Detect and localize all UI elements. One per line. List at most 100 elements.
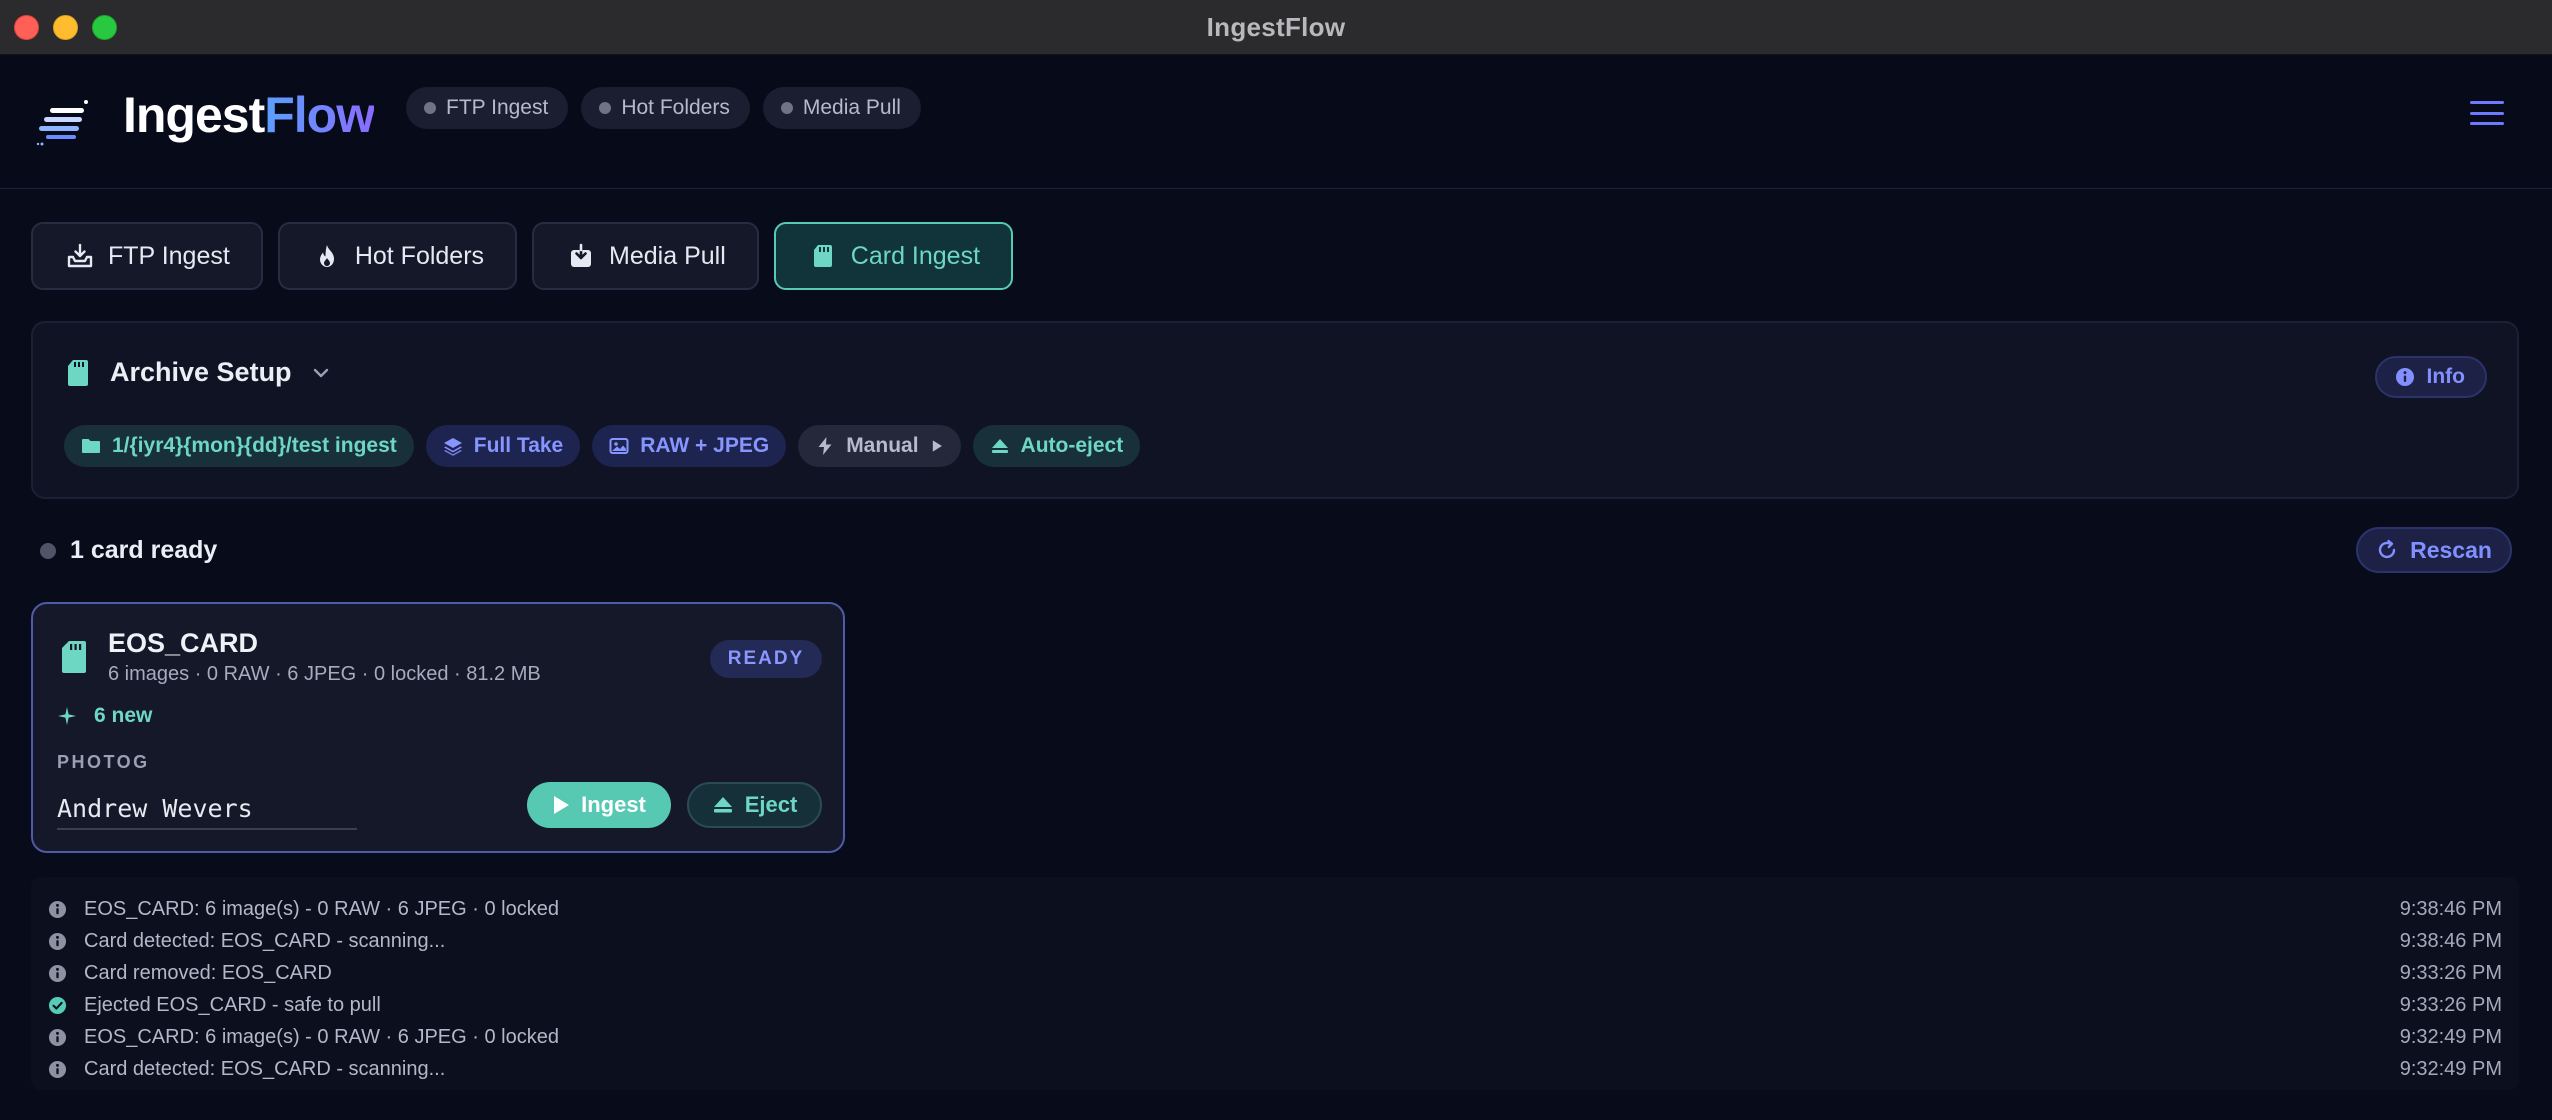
- photographer-label: PHOTOG: [57, 752, 150, 772]
- sparkle-icon: [58, 707, 76, 725]
- log-message: Ejected EOS_CARD - safe to pull: [84, 993, 381, 1016]
- log-time: 9:33:26 PM: [2399, 993, 2502, 1016]
- info-icon: [2395, 368, 2414, 386]
- status-pill-label: Media Pull: [802, 96, 901, 119]
- check-circle-icon: [48, 996, 67, 1014]
- play-icon: [554, 796, 570, 814]
- refresh-icon: [2378, 539, 2396, 559]
- log-time: 9:32:49 PM: [2399, 1057, 2502, 1080]
- status-pill-media-pull: Media Pull: [762, 87, 921, 129]
- tray-download-icon: [67, 243, 93, 268]
- log-message: EOS_CARD: 6 image(s) - 0 RAW · 6 JPEG · …: [84, 1025, 559, 1048]
- tab-card-ingest[interactable]: Card Ingest: [773, 222, 1014, 290]
- photographer-input[interactable]: [57, 788, 357, 830]
- log-time: 9:33:26 PM: [2399, 961, 2502, 984]
- window-titlebar: IngestFlow: [0, 0, 2552, 55]
- log-time: 9:38:46 PM: [2399, 929, 2502, 952]
- info-icon: [48, 932, 67, 950]
- tab-label: FTP Ingest: [108, 241, 230, 270]
- tab-media-pull[interactable]: Media Pull: [532, 222, 759, 290]
- app-header: IngestFlow FTP Ingest Hot Folders Media …: [0, 56, 2552, 189]
- cards-status-label: 1 card ready: [70, 536, 218, 564]
- sd-card-icon: [68, 359, 88, 386]
- rescan-label: Rescan: [2410, 536, 2492, 563]
- chip-trigger-mode[interactable]: Manual: [798, 425, 961, 467]
- log-time: 9:32:49 PM: [2399, 1025, 2502, 1048]
- eject-label: Eject: [744, 792, 798, 817]
- ingest-label: Ingest: [581, 792, 646, 817]
- status-dot: [780, 102, 793, 114]
- zoom-window-button[interactable]: [92, 15, 117, 40]
- chip-label: Full Take: [473, 434, 564, 457]
- log-entry: Ejected EOS_CARD - safe to pull 9:33:26 …: [48, 989, 2502, 1021]
- chip-label: Manual: [846, 434, 919, 457]
- cards-status: 1 card ready: [40, 536, 217, 565]
- new-images-label: 6 new: [94, 704, 153, 727]
- status-dot: [40, 542, 56, 559]
- status-badge: READY: [710, 640, 822, 678]
- info-icon: [48, 964, 67, 982]
- main-tabs: FTP Ingest Hot Folders Media Pull Card I…: [31, 222, 1014, 290]
- download-box-icon: [571, 243, 592, 267]
- info-icon: [48, 1060, 67, 1078]
- log-message: EOS_CARD: 6 image(s) - 0 RAW · 6 JPEG · …: [84, 897, 559, 920]
- brand-logo: IngestFlow: [123, 86, 375, 144]
- eject-icon: [991, 439, 1008, 453]
- layers-icon: [443, 438, 462, 456]
- tab-label: Hot Folders: [354, 241, 485, 270]
- tab-label: Media Pull: [609, 241, 726, 270]
- log-entry: Card detected: EOS_CARD - scanning... 9:…: [48, 1053, 2502, 1085]
- tab-label: Card Ingest: [850, 241, 981, 270]
- status-pill-label: Hot Folders: [621, 96, 730, 119]
- status-dot: [424, 102, 436, 114]
- info-icon: [48, 900, 67, 918]
- brand-name-part1: Ingest: [123, 87, 265, 143]
- info-button[interactable]: Info: [2374, 356, 2487, 398]
- image-icon: [609, 438, 629, 454]
- log-message: Card detected: EOS_CARD - scanning...: [84, 929, 446, 952]
- log-time: 9:38:46 PM: [2399, 897, 2502, 920]
- minimize-window-button[interactable]: [53, 15, 78, 40]
- menu-icon[interactable]: [2470, 101, 2504, 125]
- info-icon: [48, 1028, 67, 1046]
- log-entry: EOS_CARD: 6 image(s) - 0 RAW · 6 JPEG · …: [48, 893, 2502, 925]
- new-images-count: 6 new: [57, 704, 152, 728]
- status-pill-ftp-ingest: FTP Ingest: [406, 87, 569, 129]
- status-pill-label: FTP Ingest: [446, 96, 549, 119]
- chip-file-format[interactable]: RAW + JPEG: [592, 425, 787, 467]
- service-status-pills: FTP Ingest Hot Folders Media Pull: [406, 87, 921, 129]
- status-dot: [599, 102, 612, 114]
- chip-take-mode[interactable]: Full Take: [425, 425, 581, 467]
- window-title: IngestFlow: [1206, 11, 1346, 42]
- log-entry: EOS_CARD: 6 image(s) - 0 RAW · 6 JPEG · …: [48, 1021, 2502, 1053]
- close-window-button[interactable]: [14, 15, 39, 40]
- archive-setup-toggle[interactable]: Archive Setup: [66, 357, 330, 388]
- log-message: Card detected: EOS_CARD - scanning...: [84, 1057, 446, 1080]
- chip-auto-eject[interactable]: Auto-eject: [972, 425, 1141, 467]
- sd-card-icon: [813, 245, 832, 267]
- status-pill-hot-folders: Hot Folders: [581, 87, 750, 129]
- log-entry: Card detected: EOS_CARD - scanning... 9:…: [48, 925, 2502, 957]
- chevron-down-icon: [313, 368, 328, 377]
- tab-ftp-ingest[interactable]: FTP Ingest: [31, 222, 263, 290]
- brand-name-part2: Flow: [264, 87, 375, 143]
- folder-icon: [82, 439, 100, 453]
- chip-archive-path[interactable]: 1/{iyr4}{mon}{dd}/test ingest: [64, 425, 414, 467]
- card-tile: EOS_CARD 6 images · 0 RAW · 6 JPEG · 0 l…: [31, 602, 845, 853]
- eject-button[interactable]: Eject: [687, 782, 822, 828]
- activity-log: EOS_CARD: 6 image(s) - 0 RAW · 6 JPEG · …: [31, 877, 2519, 1090]
- logo-icon: [36, 100, 88, 146]
- flame-icon: [319, 245, 334, 267]
- log-entry: Card removed: EOS_CARD 9:33:26 PM: [48, 957, 2502, 989]
- log-message: Card removed: EOS_CARD: [84, 961, 332, 984]
- chip-label: Auto-eject: [1020, 434, 1124, 457]
- ingest-button[interactable]: Ingest: [527, 782, 671, 828]
- rescan-button[interactable]: Rescan: [2356, 527, 2512, 573]
- tab-hot-folders[interactable]: Hot Folders: [277, 222, 518, 290]
- archive-setup-panel: Archive Setup Info 1/{iyr4}{mon}{dd}/tes…: [31, 321, 2519, 499]
- chip-label: RAW + JPEG: [640, 434, 770, 457]
- card-name: EOS_CARD: [108, 628, 259, 658]
- play-small-icon: [932, 440, 942, 452]
- archive-setup-title: Archive Setup: [110, 357, 292, 387]
- info-button-label: Info: [2426, 365, 2465, 388]
